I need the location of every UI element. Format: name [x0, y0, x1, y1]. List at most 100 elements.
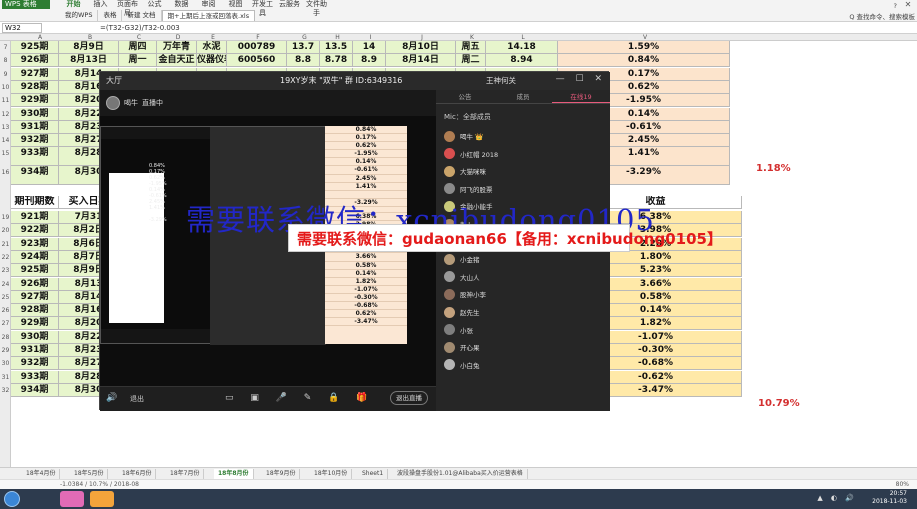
command-search[interactable]: Q 查找命令、搜索模板 [849, 11, 915, 21]
window-controls[interactable]: — ☐ ✕ [556, 74, 606, 84]
row-number[interactable]: 16 [0, 166, 11, 179]
help-icon[interactable]: ? [894, 2, 897, 10]
table-cell[interactable]: 922期 [11, 224, 59, 238]
table-cell[interactable]: 13.5 [320, 41, 353, 54]
menu-file-helper[interactable]: 文件助手 [303, 0, 330, 17]
table-cell[interactable]: 932期 [11, 134, 59, 148]
sheet-tab[interactable]: 18年5月份 [70, 469, 109, 479]
table-cell[interactable]: 13.7 [287, 41, 320, 54]
table-cell[interactable]: 8月13日 [59, 54, 119, 68]
table-cell[interactable]: 928期 [11, 80, 59, 94]
sheet-tab[interactable]: 18年8月份 [214, 469, 254, 479]
row-number[interactable]: 28 [0, 331, 11, 344]
sheet-tab[interactable]: Sheet1 [358, 469, 389, 479]
table-cell[interactable]: 921期 [11, 211, 59, 224]
col-i[interactable]: I [354, 34, 387, 41]
tab-new-doc[interactable]: 新建 文档 [122, 10, 162, 21]
col-g[interactable]: G [288, 34, 321, 41]
list-item[interactable]: 大山人 [444, 269, 480, 285]
table-cell[interactable]: 930期 [11, 107, 59, 121]
table-cell[interactable]: 周二 [456, 54, 486, 68]
table-cell[interactable]: 0.84% [558, 54, 730, 68]
list-item[interactable]: 小红帽 2018 [444, 146, 498, 162]
table-cell[interactable]: 8.8 [287, 54, 320, 68]
system-tray[interactable]: ▲ ◐ 🔊 [817, 494, 857, 502]
row-number[interactable]: 8 [0, 54, 11, 67]
list-item[interactable]: 赵先生 [444, 304, 480, 320]
col-l[interactable]: L [487, 34, 559, 41]
sheet-tab[interactable]: 18年10月份 [310, 469, 353, 479]
table-cell[interactable]: 934期 [11, 166, 59, 186]
menu-cloud[interactable]: 云服务 [276, 0, 303, 9]
list-item[interactable]: 小张 [444, 322, 473, 338]
row-number[interactable]: 7 [0, 41, 11, 54]
table-cell[interactable]: 925期 [11, 41, 59, 54]
sheet-tab[interactable]: 18年4月份 [22, 469, 61, 479]
exit-live-button[interactable]: 退出直播 [390, 391, 428, 405]
col-j[interactable]: J [387, 34, 457, 41]
sheet-tab[interactable]: 18年9月份 [262, 469, 301, 479]
name-box[interactable]: W32 [2, 23, 42, 33]
table-cell[interactable]: 926期 [11, 277, 59, 291]
list-item[interactable]: 开心果 [444, 339, 480, 355]
menu-view[interactable]: 视图 [222, 0, 249, 9]
table-cell[interactable]: 930期 [11, 330, 59, 344]
avatar[interactable] [106, 96, 120, 110]
table-cell[interactable]: 931期 [11, 120, 59, 134]
table-cell[interactable]: 万年青 [157, 41, 197, 54]
table-cell[interactable]: 金自天正 [157, 54, 197, 68]
table-cell[interactable]: 927期 [11, 67, 59, 81]
row-number[interactable]: 20 [0, 224, 11, 237]
chat-user[interactable]: 王神何关 [486, 75, 516, 86]
menu-formulas[interactable]: 公式 [141, 0, 168, 9]
row-number[interactable]: 11 [0, 94, 11, 107]
table-cell[interactable]: 14 [353, 41, 386, 54]
close-icon[interactable]: ✕ [901, 0, 915, 9]
list-item[interactable]: 大猫咪咪 [444, 163, 486, 179]
table-cell[interactable]: 926期 [11, 54, 59, 68]
col-d[interactable]: D [158, 34, 198, 41]
wps-app-icon[interactable] [90, 491, 114, 507]
row-number[interactable]: 30 [0, 357, 11, 370]
table-cell[interactable]: 934期 [11, 383, 59, 397]
chat-app-icon[interactable] [60, 491, 84, 507]
table-cell[interactable]: 924期 [11, 250, 59, 264]
row-number[interactable]: 13 [0, 121, 11, 134]
row-number[interactable]: 12 [0, 108, 11, 121]
col-a[interactable]: A [20, 34, 60, 41]
tab-mywps[interactable]: 我的WPS [60, 10, 99, 21]
row-number[interactable]: 27 [0, 317, 11, 330]
row-number[interactable]: 32 [0, 384, 11, 397]
clock[interactable]: 20:57 2018-11-03 [872, 490, 907, 506]
row-number[interactable]: 24 [0, 278, 11, 291]
start-button[interactable] [4, 491, 20, 507]
menu-review[interactable]: 审阅 [195, 0, 222, 9]
col-b[interactable]: B [60, 34, 120, 41]
toolbar-icons[interactable]: ▭ ▣ 🎤 ✎ 🔒 🎁 [225, 393, 374, 403]
table-cell[interactable]: 周一 [119, 54, 157, 68]
leave-label[interactable]: 退出 [130, 394, 144, 404]
list-item[interactable]: 喝牛 👑 [444, 128, 483, 144]
menu-home[interactable]: 开始 [60, 0, 87, 9]
col-h[interactable]: H [321, 34, 354, 41]
list-item[interactable]: 小白兔 [444, 357, 480, 373]
tab-active-file[interactable]: 期+上期后上涨或回落表.xls [161, 10, 256, 21]
table-cell[interactable]: 933期 [11, 147, 59, 167]
row-number[interactable]: 23 [0, 264, 11, 277]
tab-members[interactable]: 成员 [494, 90, 552, 103]
table-cell[interactable]: 928期 [11, 304, 59, 318]
table-cell[interactable]: 923期 [11, 237, 59, 251]
row-number[interactable]: 21 [0, 238, 11, 251]
table-cell[interactable]: 933期 [11, 370, 59, 384]
table-cell[interactable]: 水泥 [197, 41, 227, 54]
lobby-label[interactable]: 大厅 [106, 75, 122, 86]
table-cell[interactable]: 8.78 [320, 54, 353, 68]
menu-data[interactable]: 数据 [168, 0, 195, 9]
sheet-tab[interactable]: 18年6月份 [118, 469, 157, 479]
table-cell[interactable]: 000789 [227, 41, 287, 54]
row-number[interactable]: 26 [0, 304, 11, 317]
table-cell[interactable]: 600560 [227, 54, 287, 68]
row-number[interactable]: 14 [0, 134, 11, 147]
list-item[interactable]: 股神小李 [444, 286, 486, 302]
row-number[interactable]: 15 [0, 147, 11, 160]
